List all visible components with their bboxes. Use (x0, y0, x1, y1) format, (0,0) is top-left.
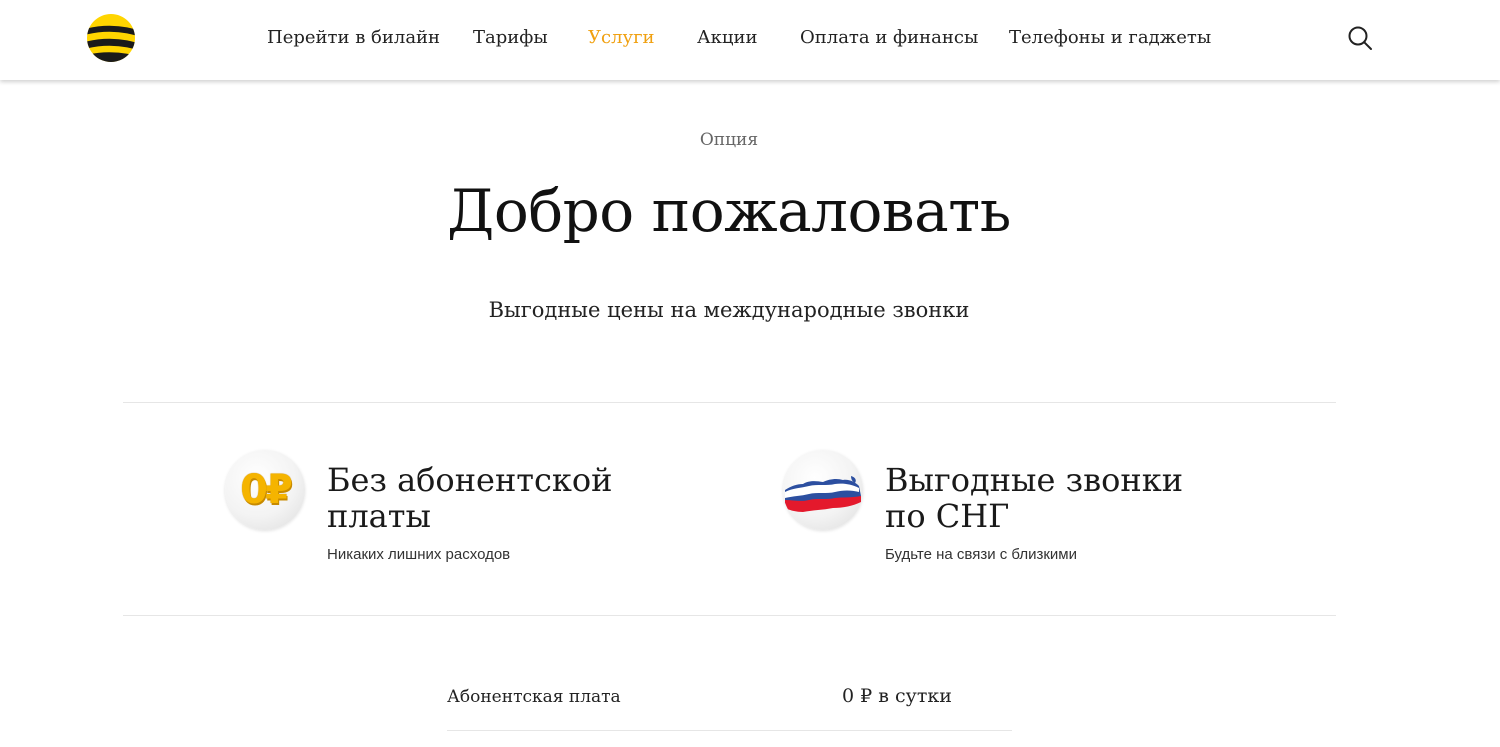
divider-top (123, 402, 1336, 403)
option-eyebrow: Опция (699, 130, 759, 150)
feature-description: Будьте на связи с близкими (885, 546, 1077, 563)
main-nav: Перейти в билайн Тарифы Услуги Акции Опл… (0, 0, 1500, 80)
zero-ruble-icon: 0₽ (225, 450, 305, 530)
nav-item-services[interactable]: Услуги (588, 27, 655, 49)
page-subtitle: Выгодные цены на международные звонки (488, 298, 970, 322)
price-value: 0 ₽ в сутки (842, 685, 952, 707)
divider-bottom (123, 615, 1336, 616)
site-header: Перейти в билайн Тарифы Услуги Акции Опл… (0, 0, 1500, 80)
feature-title: Выгодные звонки по СНГ (885, 461, 1184, 535)
page-title: Добро пожаловать (447, 177, 1011, 245)
nav-item-phones-gadgets[interactable]: Телефоны и гаджеты (1009, 27, 1211, 49)
nav-item-promotions[interactable]: Акции (697, 27, 757, 49)
nav-item-tariffs[interactable]: Тарифы (473, 27, 548, 49)
zero-ruble-icon-text: 0₽ (240, 467, 293, 513)
price-label: Абонентская плата (447, 687, 621, 707)
search-icon[interactable] (1347, 25, 1373, 51)
feature-title: Без абонентской платы (327, 461, 613, 535)
russia-map-icon (783, 450, 863, 530)
pricing-row: Абонентская плата 0 ₽ в сутки (447, 683, 1012, 731)
nav-item-go-to-beeline[interactable]: Перейти в билайн (267, 27, 440, 49)
feature-description: Никаких лишних расходов (327, 546, 511, 563)
nav-item-payment-finance[interactable]: Оплата и финансы (800, 27, 978, 49)
